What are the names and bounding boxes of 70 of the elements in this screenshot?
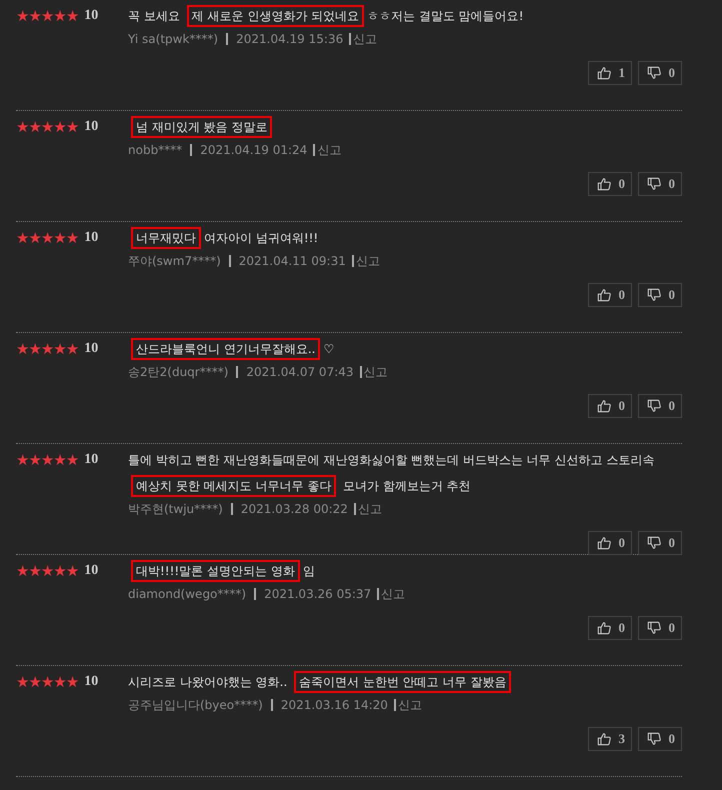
author-name: 쭈야(swm7****)	[128, 252, 221, 270]
thumbs-up-icon	[597, 66, 611, 80]
thumbs-down-icon	[647, 536, 661, 550]
star-rating: ★★★★★	[16, 672, 78, 692]
dislike-button[interactable]: 0	[638, 61, 682, 85]
author-name: 박주현(twju****)	[128, 500, 223, 518]
thumbs-up-icon	[597, 732, 611, 746]
like-button[interactable]: 0	[588, 283, 632, 307]
thumbs-up-icon	[597, 621, 611, 635]
score: 10	[84, 341, 98, 357]
review-text: 시리즈로 나왔어야했는 영화.. 숨죽이면서 눈한번 안떼고 너무 잘봤음	[128, 669, 682, 695]
score: 10	[84, 8, 98, 24]
review-text: 꼭 보세요 제 새로운 인생영화가 되었네요 ㅎㅎ저는 결말도 맘에들어요!	[128, 3, 682, 29]
dislike-button[interactable]: 0	[638, 394, 682, 418]
report-link[interactable]: 신고	[377, 588, 406, 600]
report-link[interactable]: 신고	[349, 33, 378, 45]
review-date: 2021.04.19 01:24	[190, 144, 308, 156]
author-name: Yi sa(tpwk****)	[128, 32, 218, 46]
thumbs-down-icon	[647, 732, 661, 746]
dislike-button[interactable]: 0	[638, 531, 682, 555]
score: 10	[84, 674, 98, 690]
author-name: 송2탄2(duqr****)	[128, 364, 228, 380]
review-date: 2021.04.07 07:43	[236, 366, 354, 378]
thumbs-down-icon	[647, 288, 661, 302]
thumbs-up-icon	[597, 288, 611, 302]
author-name: 공주님입니다(byeo****)	[128, 696, 263, 714]
review-text: 대박!!!!말론 설명안되는 영화 임	[128, 558, 682, 584]
thumbs-down-icon	[647, 399, 661, 413]
score: 10	[84, 563, 98, 579]
review-date: 2021.03.16 14:20	[270, 699, 388, 711]
like-button[interactable]: 0	[588, 531, 632, 555]
thumbs-up-icon	[597, 177, 611, 191]
review-date: 2021.04.19 15:36	[226, 33, 344, 45]
author-name: diamond(wego****)	[128, 587, 246, 601]
review-text: 산드라블룩언니 연기너무잘해요.. ♡	[128, 336, 682, 362]
thumbs-down-icon	[647, 66, 661, 80]
like-button[interactable]: 1	[588, 61, 632, 85]
star-rating: ★★★★★	[16, 450, 78, 470]
thumbs-up-icon	[597, 536, 611, 550]
thumbs-up-icon	[597, 399, 611, 413]
review-date: 2021.03.26 05:37	[254, 588, 372, 600]
score: 10	[84, 230, 98, 246]
report-link[interactable]: 신고	[313, 144, 342, 156]
star-rating: ★★★★★	[16, 561, 78, 581]
thumbs-down-icon	[647, 177, 661, 191]
like-button[interactable]: 0	[588, 616, 632, 640]
like-button[interactable]: 3	[588, 727, 632, 751]
review-text: 너무재밌다 여자아이 넘귀여워!!!	[128, 225, 682, 251]
dislike-button[interactable]: 0	[638, 727, 682, 751]
report-link[interactable]: 신고	[360, 366, 388, 378]
dislike-button[interactable]: 0	[638, 616, 682, 640]
star-rating: ★★★★★	[16, 117, 78, 137]
dislike-button[interactable]: 0	[638, 283, 682, 307]
author-name: nobb****	[128, 143, 182, 157]
report-link[interactable]: 신고	[394, 699, 422, 711]
thumbs-down-icon	[647, 621, 661, 635]
review-date: 2021.04.11 09:31	[228, 255, 346, 267]
star-rating: ★★★★★	[16, 228, 78, 248]
star-rating: ★★★★★	[16, 339, 78, 359]
report-link[interactable]: 신고	[354, 503, 382, 515]
review-date: 2021.03.28 00:22	[230, 503, 348, 515]
report-link[interactable]: 신고	[352, 255, 380, 267]
like-button[interactable]: 0	[588, 394, 632, 418]
star-rating: ★★★★★	[16, 6, 78, 26]
review-text: 넘 재미있게 봤음 정말로	[128, 114, 682, 140]
review-text: 틀에 박히고 뻔한 재난영화들때문에 재난영화싫어할 뻔했는데 버드박스는 너무 신선하고 스토리속 예상치 못한 메세지도 너무너무 좋다 모녀가 함께보는거 추천	[128, 447, 682, 499]
like-button[interactable]: 0	[588, 172, 632, 196]
score: 10	[84, 119, 98, 135]
score: 10	[84, 452, 98, 468]
dislike-button[interactable]: 0	[638, 172, 682, 196]
